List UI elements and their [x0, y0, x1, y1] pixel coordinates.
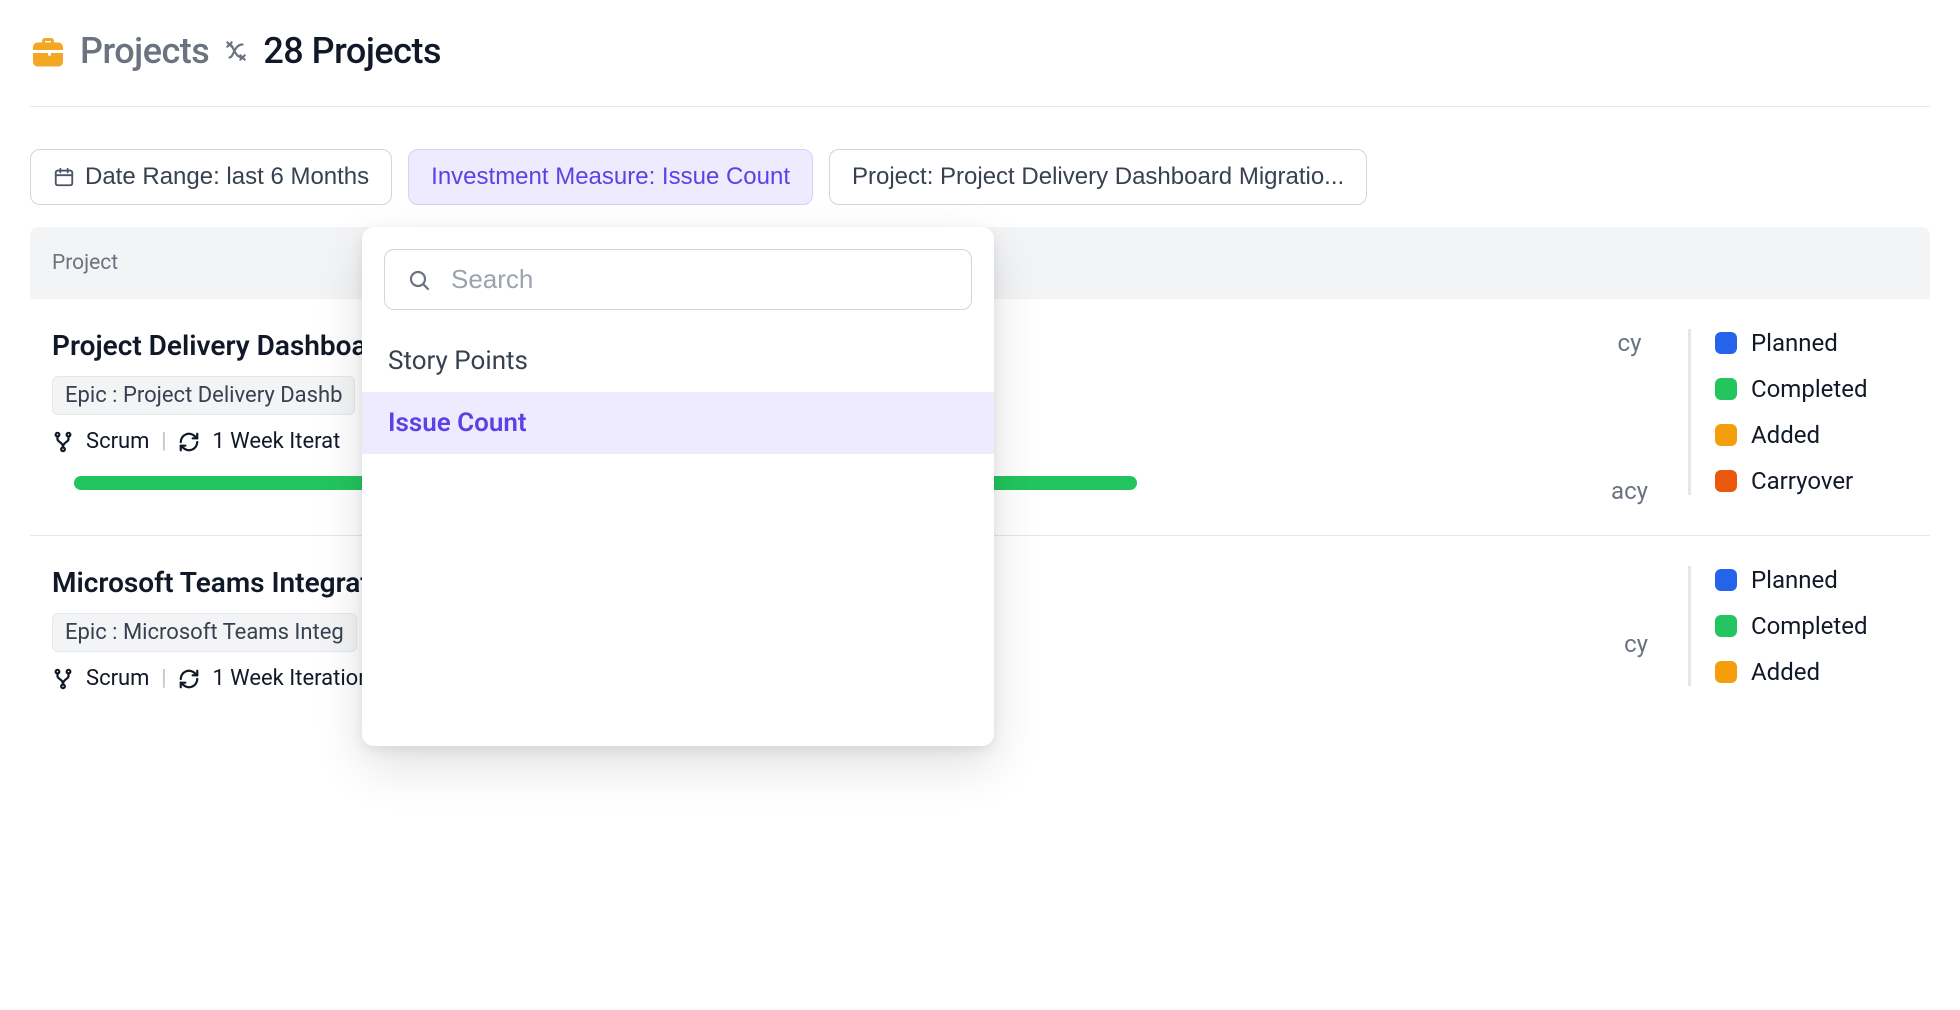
legend-item-added: Added	[1715, 421, 1908, 449]
legend-label: Planned	[1751, 329, 1838, 357]
meta-divider: |	[161, 666, 166, 691]
calendar-icon	[53, 166, 75, 188]
investment-measure-dropdown: Story Points Issue Count	[362, 227, 994, 746]
swatch-added	[1715, 424, 1737, 446]
filter-date-range[interactable]: Date Range: last 6 Months	[30, 149, 392, 205]
legend: Planned Completed Added	[1688, 566, 1908, 686]
briefcase-icon	[30, 35, 66, 67]
legend-item-completed: Completed	[1715, 612, 1908, 640]
epic-tag[interactable]: Epic : Microsoft Teams Integ	[52, 613, 357, 652]
legend-label: Added	[1751, 658, 1820, 686]
iteration-label: 1 Week Iterat	[212, 429, 340, 454]
page-title: Projects	[80, 30, 209, 72]
epic-tag[interactable]: Epic : Project Delivery Dashb	[52, 376, 355, 415]
legend-item-completed: Completed	[1715, 375, 1908, 403]
dropdown-option-issue-count[interactable]: Issue Count	[362, 392, 994, 454]
filter-date-label: Date Range: last 6 Months	[85, 163, 369, 191]
meta-divider: |	[161, 429, 166, 454]
legend-item-carryover: Carryover	[1715, 467, 1908, 495]
filter-project[interactable]: Project: Project Delivery Dashboard Migr…	[829, 149, 1367, 205]
filter-bar: Date Range: last 6 Months Investment Mea…	[30, 107, 1930, 227]
project-count: 28 Projects	[263, 30, 441, 72]
search-icon	[407, 268, 431, 292]
truncated-text: acy	[1611, 477, 1648, 505]
filter-investment-measure[interactable]: Investment Measure: Issue Count	[408, 149, 813, 205]
dropdown-option-story-points[interactable]: Story Points	[362, 330, 994, 392]
branch-icon	[52, 431, 74, 453]
branch-icon	[52, 668, 74, 690]
cycle-icon	[178, 668, 200, 690]
iteration-label: 1 Week Iteration	[212, 666, 370, 691]
swatch-planned	[1715, 332, 1737, 354]
legend-label: Completed	[1751, 375, 1868, 403]
cycle-icon	[178, 431, 200, 453]
page-header: Projects 28 Projects	[30, 30, 1930, 107]
table-header-project: Project	[52, 251, 118, 275]
search-box[interactable]	[384, 249, 972, 310]
truncated-text: cy	[1624, 630, 1648, 658]
legend-item-planned: Planned	[1715, 566, 1908, 594]
filter-project-label: Project: Project Delivery Dashboard Migr…	[852, 163, 1344, 191]
swatch-completed	[1715, 378, 1737, 400]
swatch-completed	[1715, 615, 1737, 637]
truncated-text: cy	[1618, 329, 1642, 357]
legend-item-added: Added	[1715, 658, 1908, 686]
search-input[interactable]	[451, 264, 949, 295]
legend-label: Completed	[1751, 612, 1868, 640]
legend-label: Carryover	[1751, 467, 1853, 495]
legend-label: Added	[1751, 421, 1820, 449]
swatch-planned	[1715, 569, 1737, 591]
flow-icon	[223, 38, 249, 64]
swatch-carryover	[1715, 470, 1737, 492]
methodology-label: Scrum	[86, 429, 149, 454]
filter-investment-label: Investment Measure: Issue Count	[431, 163, 790, 191]
legend: Planned Completed Added Carryover	[1688, 329, 1908, 495]
legend-label: Planned	[1751, 566, 1838, 594]
methodology-label: Scrum	[86, 666, 149, 691]
swatch-added	[1715, 661, 1737, 683]
legend-item-planned: Planned	[1715, 329, 1908, 357]
